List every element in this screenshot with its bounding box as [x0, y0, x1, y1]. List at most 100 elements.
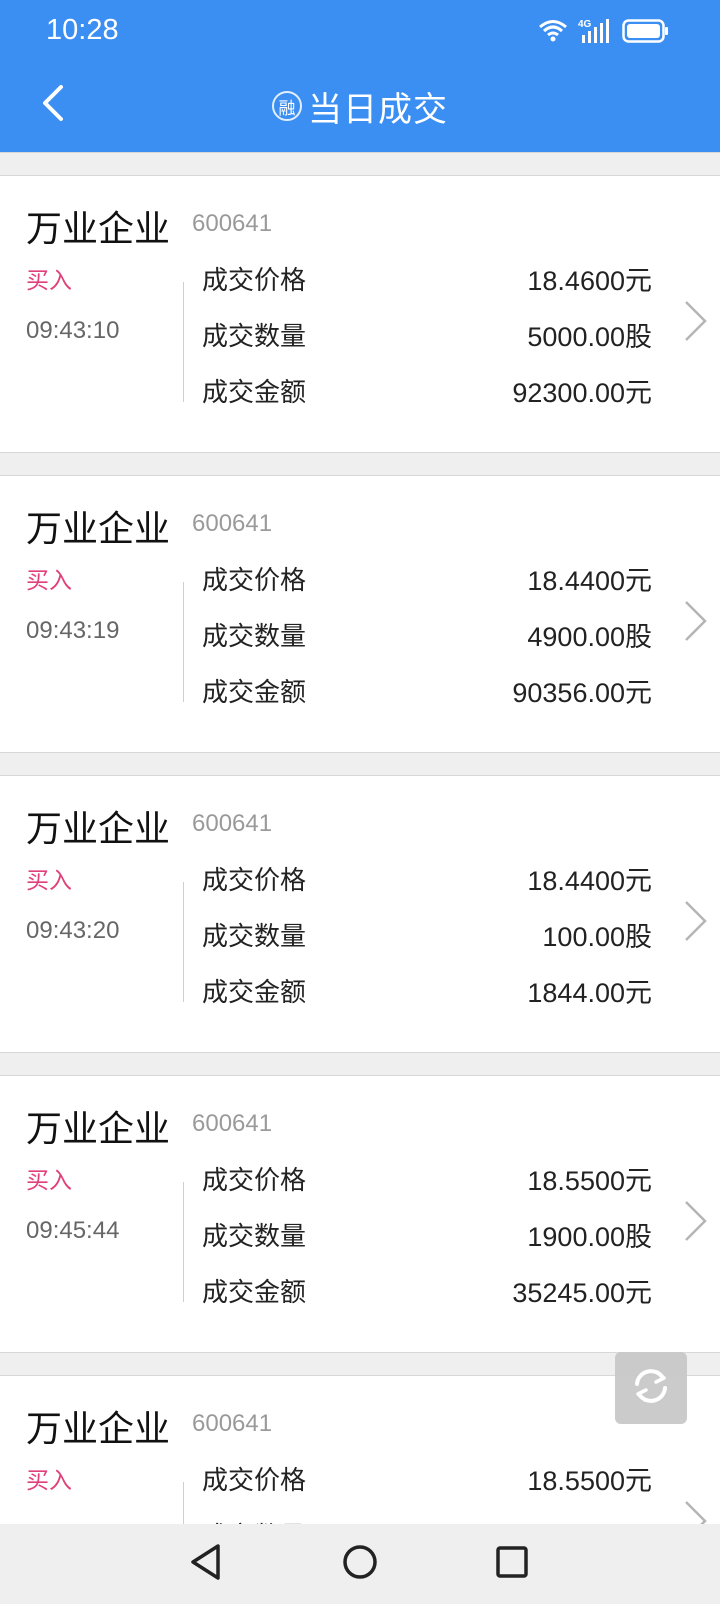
trade-time: 09:43:20 [26, 917, 120, 944]
qty-label: 成交数量 [202, 621, 307, 652]
status-icons: 4G [538, 16, 670, 50]
refresh-icon [629, 1364, 673, 1412]
qty-value: 1900.00股 [527, 1221, 652, 1252]
amount-label: 成交金额 [202, 977, 307, 1008]
amount-row: 成交金额 92300.00元 [202, 370, 652, 410]
amount-row: 成交金额 35245.00元 [202, 1270, 652, 1310]
amount-label: 成交金额 [202, 677, 307, 708]
trade-card[interactable]: 万业企业 600641 买入 09:43:19 成交价格 18.4400元 成交数… [0, 476, 720, 752]
chevron-right-icon [680, 1498, 710, 1524]
qty-value: 4900.00股 [527, 621, 652, 652]
price-label: 成交价格 [202, 1465, 307, 1496]
svg-text:4G: 4G [578, 19, 592, 30]
trade-side: 买入 [26, 1468, 72, 1494]
status-time: 10:28 [46, 14, 119, 46]
system-nav-bar [0, 1524, 720, 1604]
qty-label: 成交数量 [202, 321, 307, 352]
stock-code: 600641 [192, 210, 273, 237]
trade-list[interactable]: 万业企业 600641 买入 09:43:10 成交价格 18.4600元 成交数… [0, 152, 720, 1524]
stock-name: 万业企业 [26, 809, 171, 850]
price-value: 18.5500元 [527, 1465, 652, 1496]
price-label: 成交价格 [202, 865, 307, 896]
price-label: 成交价格 [202, 565, 307, 596]
price-value: 18.4400元 [527, 865, 652, 896]
chevron-right-icon [680, 1198, 710, 1244]
4g-signal-icon: 4G [578, 17, 612, 49]
back-triangle-icon [188, 1543, 224, 1585]
qty-row: 成交数量 5000.00股 [202, 314, 652, 354]
wifi-icon [538, 18, 568, 48]
trade-side: 买入 [26, 268, 72, 294]
vertical-divider [183, 282, 184, 402]
stock-code: 600641 [192, 810, 273, 837]
price-row: 成交价格 18.4600元 [202, 258, 652, 298]
amount-label: 成交金额 [202, 377, 307, 408]
refresh-button[interactable] [615, 1352, 687, 1424]
system-recents-button[interactable] [488, 1540, 536, 1588]
chevron-right-icon [680, 898, 710, 944]
amount-value: 92300.00元 [512, 377, 652, 408]
amount-label: 成交金额 [202, 1277, 307, 1308]
margin-badge-icon: 融 [272, 91, 302, 121]
price-label: 成交价格 [202, 265, 307, 296]
divider [0, 1352, 720, 1376]
recents-square-icon [494, 1544, 530, 1584]
stock-name: 万业企业 [26, 209, 171, 250]
divider [0, 152, 720, 176]
stock-code: 600641 [192, 1410, 273, 1437]
divider [0, 752, 720, 776]
price-row: 成交价格 18.4400元 [202, 858, 652, 898]
nav-bar: 融 当日成交 [0, 66, 720, 152]
divider [0, 1052, 720, 1076]
divider [0, 452, 720, 476]
price-row: 成交价格 18.4400元 [202, 558, 652, 598]
price-value: 18.5500元 [527, 1165, 652, 1196]
page-title-group: 融 当日成交 [0, 80, 720, 132]
chevron-right-icon [680, 298, 710, 344]
amount-row: 成交金额 1844.00元 [202, 970, 652, 1010]
stock-code: 600641 [192, 1110, 273, 1137]
price-row: 成交价格 18.5500元 [202, 1458, 652, 1498]
price-value: 18.4600元 [527, 265, 652, 296]
qty-row: 成交数量 100.00股 [202, 914, 652, 954]
battery-icon [622, 18, 670, 48]
system-back-button[interactable] [182, 1540, 230, 1588]
trade-card[interactable]: 万业企业 600641 买入 成交价格18.5500元 成交数量 成交金额 [0, 1376, 720, 1524]
qty-label: 成交数量 [202, 1221, 307, 1252]
page-title: 当日成交 [308, 89, 448, 130]
stock-name: 万业企业 [26, 509, 171, 550]
stock-name: 万业企业 [26, 1409, 171, 1450]
stock-code: 600641 [192, 510, 273, 537]
amount-value: 90356.00元 [512, 677, 652, 708]
price-label: 成交价格 [202, 1165, 307, 1196]
qty-label: 成交数量 [202, 921, 307, 952]
qty-row: 成交数量 [202, 1514, 652, 1525]
vertical-divider [183, 582, 184, 702]
price-value: 18.4400元 [527, 565, 652, 596]
trade-time: 09:43:10 [26, 317, 120, 344]
stock-name: 万业企业 [26, 1109, 171, 1150]
home-circle-icon [341, 1543, 379, 1585]
trade-side: 买入 [26, 1168, 72, 1194]
amount-row: 成交金额 90356.00元 [202, 670, 652, 710]
amount-value: 1844.00元 [527, 977, 652, 1008]
trade-card[interactable]: 万业企业 600641 买入 09:43:10 成交价格 18.4600元 成交数… [0, 176, 720, 452]
chevron-right-icon [680, 598, 710, 644]
vertical-divider [183, 1482, 184, 1524]
trade-card[interactable]: 万业企业 600641 买入 09:43:20 成交价格 18.4400元 成交数… [0, 776, 720, 1052]
qty-value: 100.00股 [542, 921, 652, 952]
trade-time: 09:43:19 [26, 617, 120, 644]
amount-value: 35245.00元 [512, 1277, 652, 1308]
status-bar: 10:28 4G [0, 0, 720, 66]
qty-row: 成交数量 1900.00股 [202, 1214, 652, 1254]
vertical-divider [183, 882, 184, 1002]
app-header: 10:28 4G 融 当日成交 [0, 0, 720, 152]
trade-time: 09:45:44 [26, 1217, 120, 1244]
trade-side: 买入 [26, 568, 72, 594]
trade-side: 买入 [26, 868, 72, 894]
vertical-divider [183, 1182, 184, 1302]
qty-value: 5000.00股 [527, 321, 652, 352]
trade-card[interactable]: 万业企业 600641 买入 09:45:44 成交价格 18.5500元 成交数… [0, 1076, 720, 1352]
system-home-button[interactable] [336, 1540, 384, 1588]
qty-label: 成交数量 [202, 1516, 306, 1525]
